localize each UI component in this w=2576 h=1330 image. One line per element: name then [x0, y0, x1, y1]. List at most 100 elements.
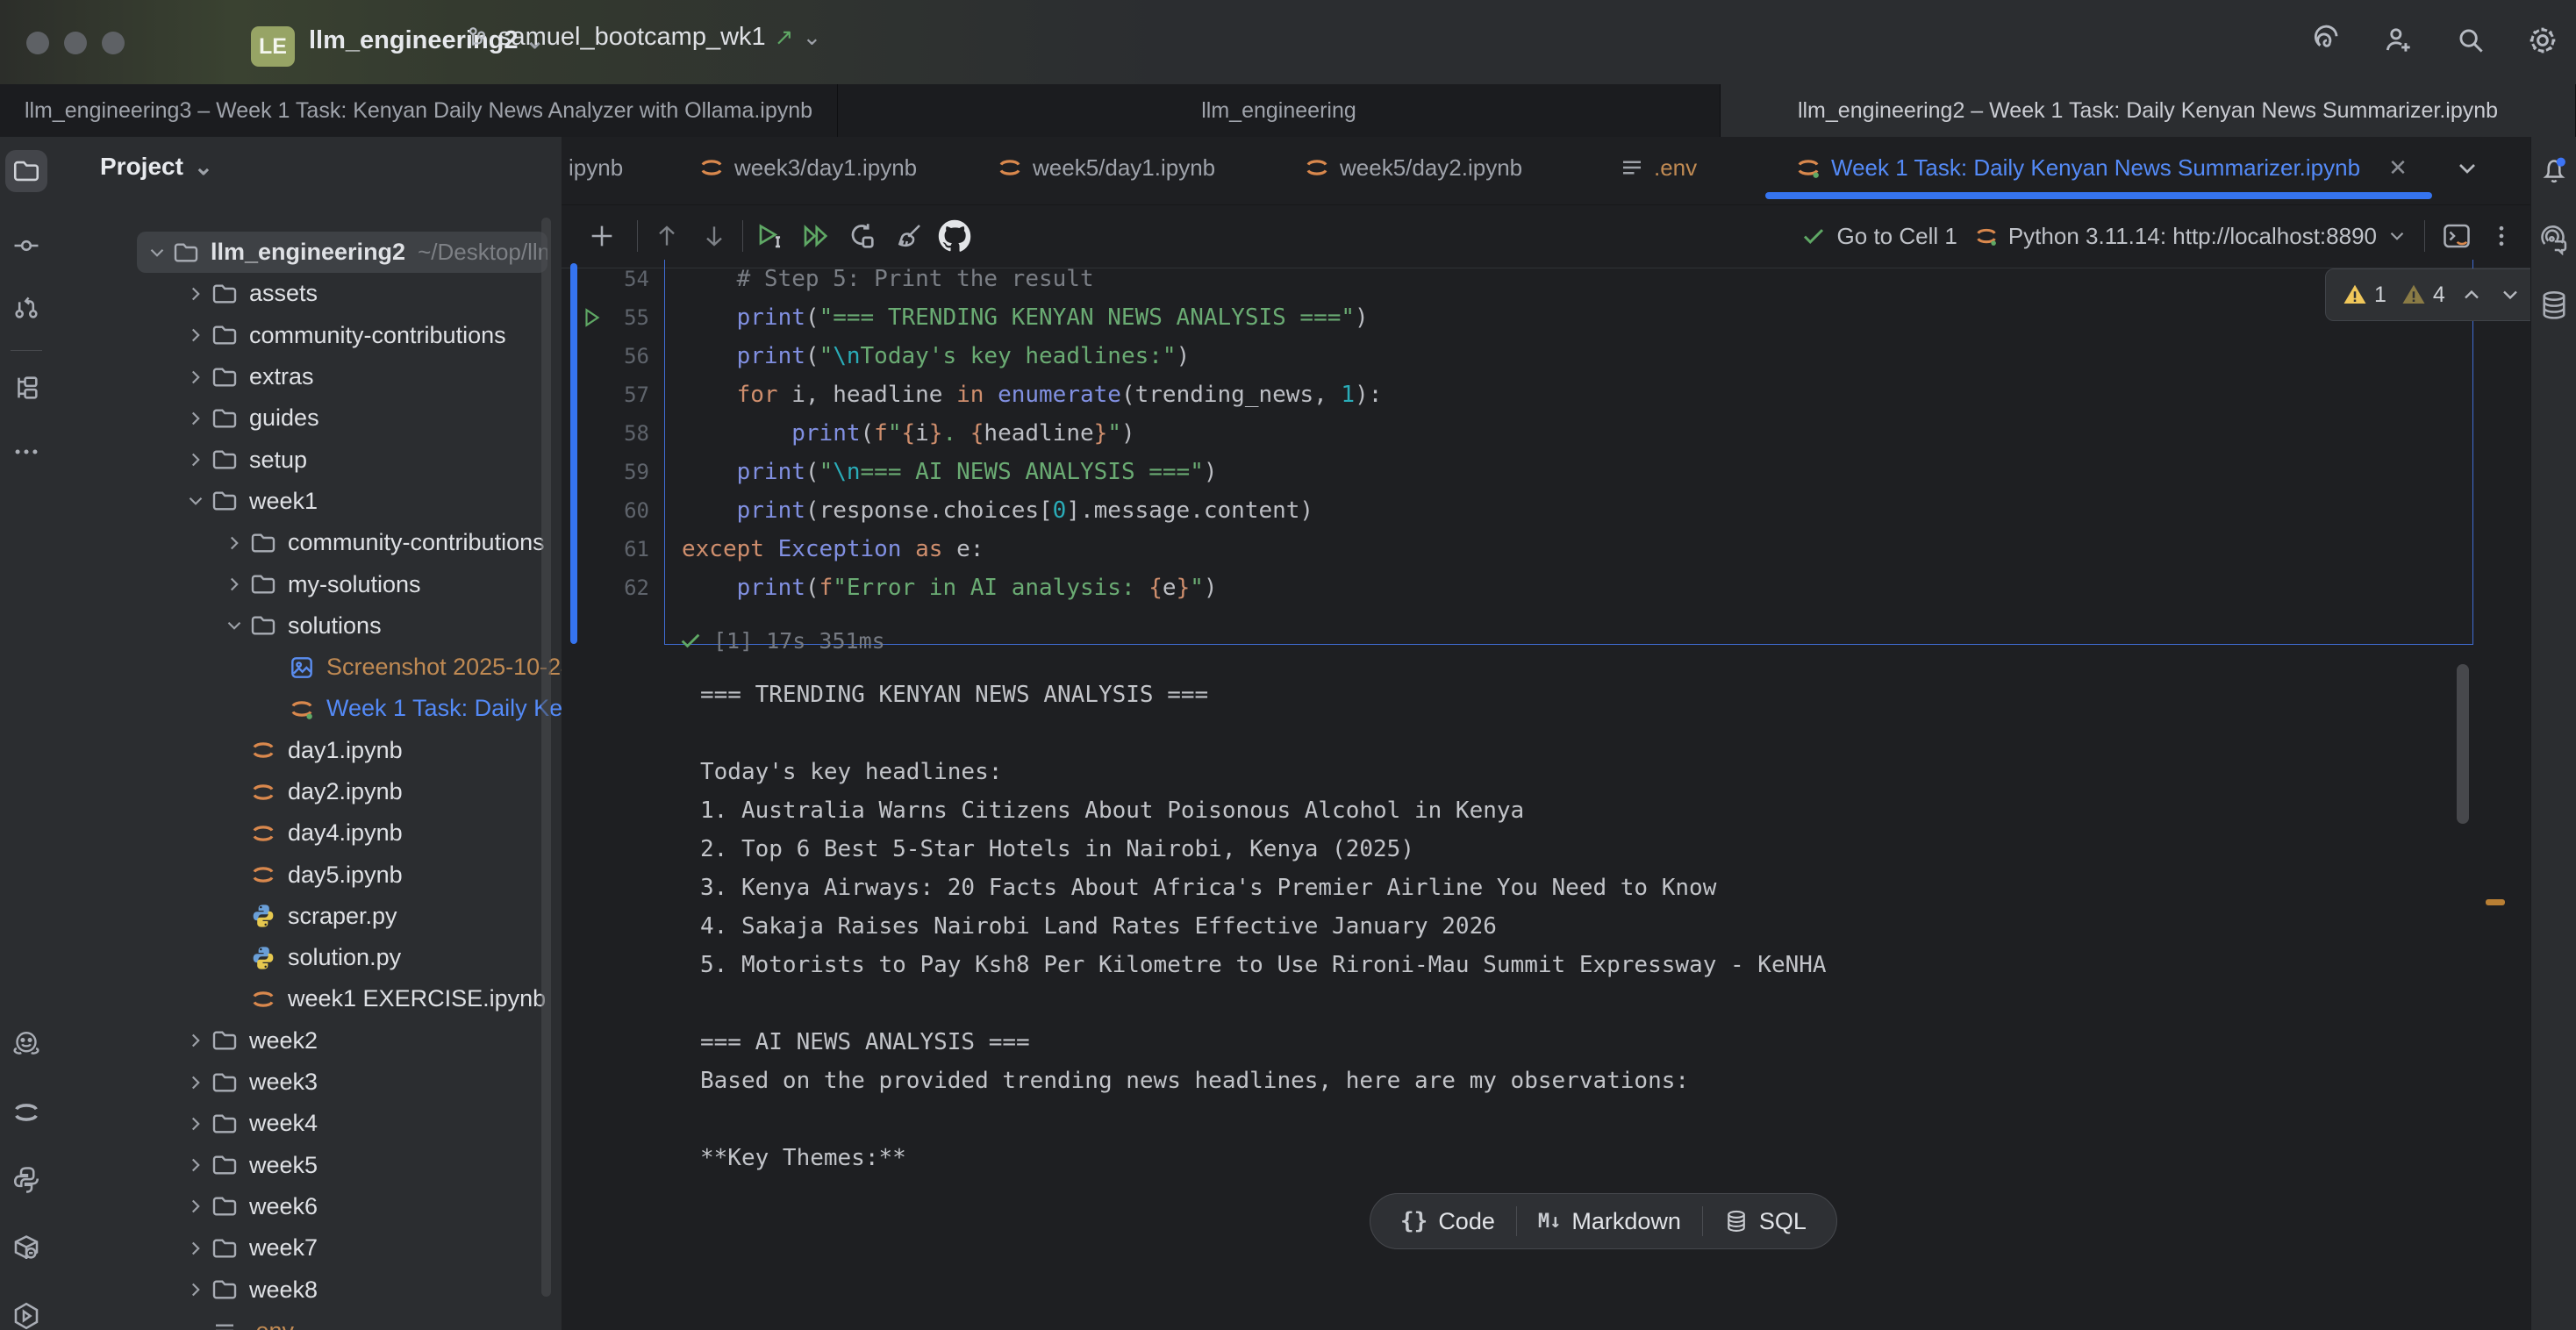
chevron-right-icon[interactable] [182, 448, 209, 471]
chevron-right-icon[interactable] [182, 1154, 209, 1176]
commit-tool-button[interactable] [5, 225, 47, 267]
tree-item-day5-ipynb[interactable]: day5.ipynb [53, 854, 562, 895]
editor-tab-env[interactable]: .env [1619, 137, 1697, 198]
tree-item-week5[interactable]: week5 [53, 1145, 562, 1186]
editor-tab-ipynb[interactable]: ipynb [569, 137, 623, 198]
tree-item-week1-exercise-ipynb[interactable]: week1 EXERCISE.ipynb [53, 978, 562, 1019]
chevron-right-icon[interactable] [221, 573, 247, 596]
ai-chat-tool-button[interactable] [2535, 220, 2573, 259]
run-all-cells-button[interactable] [795, 215, 837, 257]
tree-item-llm-engineering2[interactable]: llm_engineering2~/Desktop/llm_er [137, 232, 547, 273]
github-icon[interactable] [934, 215, 976, 257]
chevron-right-icon[interactable] [182, 1237, 209, 1260]
run-targets-tool-button[interactable] [5, 1295, 47, 1330]
add-code-cell-button[interactable]: {} Code [1379, 1194, 1516, 1248]
minimize-window-button[interactable] [64, 32, 87, 54]
tree-item-assets[interactable]: assets [53, 273, 562, 314]
tree-item-day4-ipynb[interactable]: day4.ipynb [53, 812, 562, 854]
code-with-me-icon[interactable] [2378, 19, 2420, 61]
tree-item-solutions[interactable]: solutions [53, 605, 562, 647]
tree-item-week3[interactable]: week3 [53, 1062, 562, 1103]
window-tab-llm-engineering2-week-1-task-daily-kenya[interactable]: llm_engineering2 – Week 1 Task: Daily Ke… [1721, 84, 2576, 137]
error-stripe-warning-mark[interactable] [2486, 899, 2505, 905]
chevron-right-icon[interactable] [182, 1029, 209, 1052]
python-console-tool-button[interactable] [5, 1159, 47, 1201]
maximize-window-button[interactable] [102, 32, 125, 54]
tree-item-week8[interactable]: week8 [53, 1269, 562, 1310]
search-icon[interactable] [2450, 19, 2492, 61]
close-tab-icon[interactable]: ✕ [2388, 154, 2408, 182]
tree-item-my-solutions[interactable]: my-solutions [53, 563, 562, 604]
run-line-icon[interactable] [581, 298, 607, 337]
move-cell-up-button[interactable] [646, 215, 688, 257]
chevron-right-icon[interactable] [221, 532, 247, 554]
editor-scrollbar-thumb[interactable] [2457, 664, 2469, 824]
tree-item-screenshot-2025-10-24-at[interactable]: Screenshot 2025-10-24 at [53, 647, 562, 688]
settings-gear-icon[interactable] [2522, 19, 2564, 61]
window-tab-llm-engineering3-week-1-task-kenyan-dail[interactable]: llm_engineering3 – Week 1 Task: Kenyan D… [0, 84, 838, 137]
restart-kernel-button[interactable] [841, 215, 883, 257]
tree-item-day2-ipynb[interactable]: day2.ipynb [53, 771, 562, 812]
goto-cell-status[interactable]: Go to Cell 1 [1800, 223, 1957, 250]
notifications-bell-icon[interactable] [2535, 151, 2573, 189]
chevron-down-icon[interactable] [221, 614, 247, 637]
prev-problem-icon[interactable] [2459, 282, 2484, 307]
window-controls[interactable] [26, 32, 125, 54]
chevron-right-icon[interactable] [182, 1071, 209, 1094]
chevron-down-icon[interactable] [182, 490, 209, 512]
tree-item-week7[interactable]: week7 [53, 1227, 562, 1269]
weak-warnings-count[interactable]: 4 [2401, 282, 2445, 308]
add-markdown-cell-button[interactable]: M↓ Markdown [1517, 1194, 1702, 1248]
tree-item-community-contributions[interactable]: community-contributions [53, 315, 562, 356]
tree-item-week2[interactable]: week2 [53, 1020, 562, 1062]
chevron-down-icon[interactable] [144, 241, 170, 264]
warnings-count[interactable]: 1 [2342, 282, 2386, 308]
hugging-face-tool-button[interactable] [5, 1023, 47, 1065]
tree-item-extras[interactable]: extras [53, 356, 562, 397]
more-tools-button[interactable] [5, 431, 47, 473]
open-jupyter-console-button[interactable] [2441, 220, 2472, 252]
clear-outputs-button[interactable] [888, 215, 930, 257]
window-tab-llm-engineering[interactable]: llm_engineering [838, 84, 1721, 137]
tree-item-scraper-py[interactable]: scraper.py [53, 896, 562, 937]
project-tree-scrollbar[interactable] [541, 218, 551, 1297]
kernel-selector[interactable]: Python 3.11.14: http://localhost:8890 [1973, 223, 2408, 250]
project-panel-header[interactable]: Project ⌄ [100, 153, 213, 181]
tree-item-setup[interactable]: setup [53, 439, 562, 480]
pull-requests-tool-button[interactable] [5, 286, 47, 328]
tree-item-week1[interactable]: week1 [53, 481, 562, 522]
run-cell-button[interactable] [748, 215, 790, 257]
move-cell-down-button[interactable] [693, 215, 735, 257]
tree-item-day1-ipynb[interactable]: day1.ipynb [53, 730, 562, 771]
tree-item-week4[interactable]: week4 [53, 1103, 562, 1144]
editor-tab-week-1-task-daily-kenyan-news-summarizer-ipynb[interactable]: Week 1 Task: Daily Kenyan News Summarize… [1794, 137, 2408, 198]
next-problem-icon[interactable] [2498, 282, 2522, 307]
tab-list-chevron-icon[interactable] [2453, 154, 2481, 182]
project-tool-button[interactable] [5, 150, 47, 192]
branch-switcher[interactable]: samuel_bootcamp_wk1 ↗ ⌄ [463, 23, 821, 52]
editor-tab-week5-day1-ipynb[interactable]: week5/day1.ipynb [996, 137, 1215, 198]
chevron-right-icon[interactable] [182, 407, 209, 430]
python-packages-tool-button[interactable] [5, 1227, 47, 1269]
add-cell-button[interactable] [581, 215, 623, 257]
chevron-right-icon[interactable] [182, 366, 209, 389]
jupyter-tool-button[interactable] [5, 1091, 47, 1133]
structure-tool-button[interactable] [5, 367, 47, 409]
kebab-menu-icon[interactable] [2488, 223, 2515, 249]
database-tool-button[interactable] [2535, 286, 2573, 325]
chevron-right-icon[interactable] [182, 282, 209, 305]
ai-assistant-icon[interactable] [2306, 19, 2348, 61]
inspections-widget[interactable]: 1 4 [2325, 268, 2539, 321]
chevron-right-icon[interactable] [182, 1112, 209, 1135]
chevron-right-icon[interactable] [182, 324, 209, 347]
add-sql-cell-button[interactable]: SQL [1703, 1194, 1828, 1248]
tree-item-solution-py[interactable]: solution.py [53, 937, 562, 978]
chevron-right-icon[interactable] [182, 1278, 209, 1301]
tree-item-community-contributions[interactable]: community-contributions [53, 522, 562, 563]
editor-tab-week3-day1-ipynb[interactable]: week3/day1.ipynb [698, 137, 917, 198]
tree-item-week6[interactable]: week6 [53, 1186, 562, 1227]
editor-tab-week5-day2-ipynb[interactable]: week5/day2.ipynb [1303, 137, 1522, 198]
tree-item-env[interactable]: .env [53, 1311, 562, 1330]
tree-item-guides[interactable]: guides [53, 397, 562, 439]
close-window-button[interactable] [26, 32, 49, 54]
